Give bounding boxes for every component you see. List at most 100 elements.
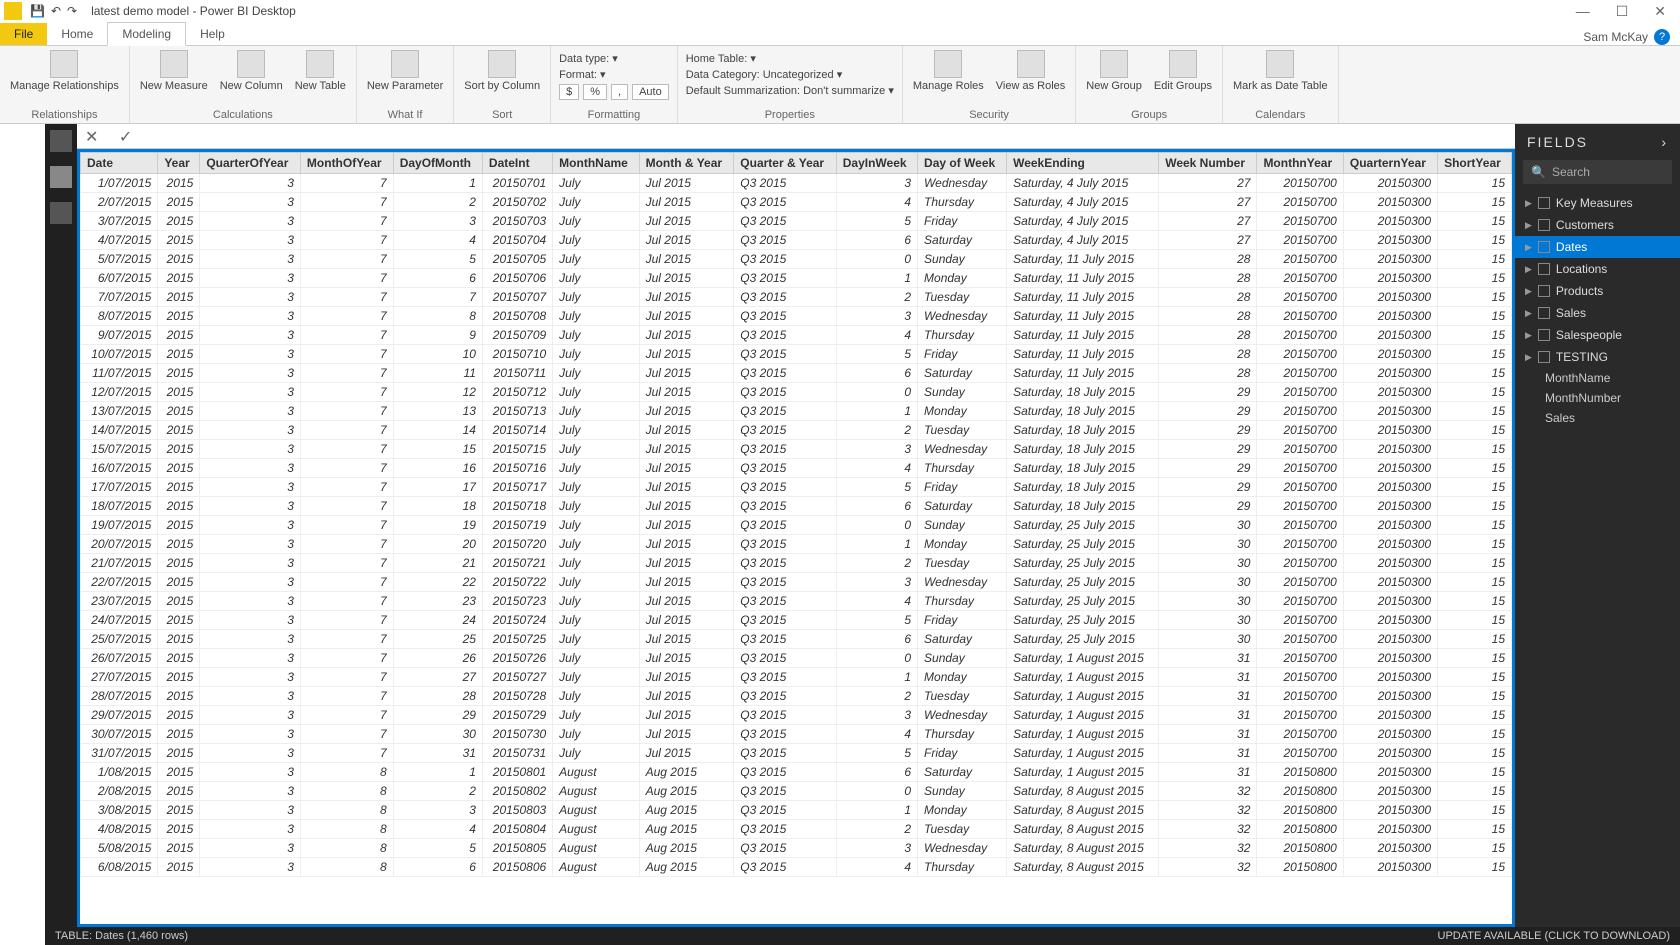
table-row[interactable]: 24/07/20152015372420150724JulyJul 2015Q3… <box>81 611 1512 630</box>
column-header[interactable]: MonthOfYear <box>300 153 393 174</box>
table-row[interactable]: 30/07/20152015373020150730JulyJul 2015Q3… <box>81 725 1512 744</box>
table-row[interactable]: 19/07/20152015371920150719JulyJul 2015Q3… <box>81 516 1512 535</box>
column-header[interactable]: MonthName <box>553 153 639 174</box>
column-header[interactable]: DayOfMonth <box>393 153 482 174</box>
comma-button[interactable]: , <box>611 84 628 100</box>
chevron-right-icon[interactable]: › <box>1661 134 1668 150</box>
close-button[interactable]: ✕ <box>1654 3 1666 20</box>
tab-modeling[interactable]: Modeling <box>107 22 186 46</box>
fields-table-locations[interactable]: ▶Locations <box>1515 258 1680 280</box>
fields-table-products[interactable]: ▶Products <box>1515 280 1680 302</box>
field-sales[interactable]: Sales <box>1515 408 1680 428</box>
column-header[interactable]: Year <box>158 153 200 174</box>
column-header[interactable]: DateInt <box>482 153 552 174</box>
column-header[interactable]: Date <box>81 153 158 174</box>
column-header[interactable]: ShortYear <box>1438 153 1512 174</box>
percent-button[interactable]: % <box>583 84 607 100</box>
table-row[interactable]: 29/07/20152015372920150729JulyJul 2015Q3… <box>81 706 1512 725</box>
table-row[interactable]: 2/08/2015201538220150802AugustAug 2015Q3… <box>81 782 1512 801</box>
new-column-button[interactable]: New Column <box>218 48 285 94</box>
column-header[interactable]: Day of Week <box>918 153 1007 174</box>
save-icon[interactable]: 💾 <box>30 4 45 18</box>
table-row[interactable]: 4/08/2015201538420150804AugustAug 2015Q3… <box>81 820 1512 839</box>
column-header[interactable]: QuarterOfYear <box>200 153 301 174</box>
field-monthname[interactable]: MonthName <box>1515 368 1680 388</box>
table-row[interactable]: 18/07/20152015371820150718JulyJul 2015Q3… <box>81 497 1512 516</box>
column-header[interactable]: WeekEnding <box>1007 153 1159 174</box>
table-row[interactable]: 20/07/20152015372020150720JulyJul 2015Q3… <box>81 535 1512 554</box>
sort-by-column-button[interactable]: Sort by Column <box>462 48 542 94</box>
fields-table-sales[interactable]: ▶Sales <box>1515 302 1680 324</box>
table-row[interactable]: 16/07/20152015371620150716JulyJul 2015Q3… <box>81 459 1512 478</box>
table-row[interactable]: 23/07/20152015372320150723JulyJul 2015Q3… <box>81 592 1512 611</box>
fields-table-customers[interactable]: ▶Customers <box>1515 214 1680 236</box>
table-row[interactable]: 5/07/2015201537520150705JulyJul 2015Q3 2… <box>81 250 1512 269</box>
tab-help[interactable]: Help <box>186 23 239 45</box>
new-group-button[interactable]: New Group <box>1084 48 1144 94</box>
table-row[interactable]: 22/07/20152015372220150722JulyJul 2015Q3… <box>81 573 1512 592</box>
table-row[interactable]: 15/07/20152015371520150715JulyJul 2015Q3… <box>81 440 1512 459</box>
table-row[interactable]: 4/07/2015201537420150704JulyJul 2015Q3 2… <box>81 231 1512 250</box>
menu-bar: File Home Modeling Help Sam McKay ? <box>0 22 1680 46</box>
commit-icon[interactable]: ✓ <box>111 124 140 150</box>
currency-button[interactable]: $ <box>559 84 579 100</box>
column-header[interactable]: MonthnYear <box>1257 153 1343 174</box>
table-row[interactable]: 6/07/2015201537620150706JulyJul 2015Q3 2… <box>81 269 1512 288</box>
fields-table-testing[interactable]: ▶TESTING <box>1515 346 1680 368</box>
new-parameter-button[interactable]: New Parameter <box>365 48 445 94</box>
table-row[interactable]: 6/08/2015201538620150806AugustAug 2015Q3… <box>81 858 1512 877</box>
table-row[interactable]: 2/07/2015201537220150702JulyJul 2015Q3 2… <box>81 193 1512 212</box>
column-header[interactable]: Month & Year <box>639 153 734 174</box>
table-row[interactable]: 17/07/20152015371720150717JulyJul 2015Q3… <box>81 478 1512 497</box>
table-row[interactable]: 31/07/20152015373120150731JulyJul 2015Q3… <box>81 744 1512 763</box>
table-row[interactable]: 27/07/20152015372720150727JulyJul 2015Q3… <box>81 668 1512 687</box>
table-row[interactable]: 7/07/2015201537720150707JulyJul 2015Q3 2… <box>81 288 1512 307</box>
table-row[interactable]: 3/07/2015201537320150703JulyJul 2015Q3 2… <box>81 212 1512 231</box>
table-row[interactable]: 26/07/20152015372620150726JulyJul 2015Q3… <box>81 649 1512 668</box>
fields-table-dates[interactable]: ▶Dates <box>1515 236 1680 258</box>
cancel-icon[interactable]: ✕ <box>77 124 106 150</box>
tab-file[interactable]: File <box>0 23 47 45</box>
table-row[interactable]: 28/07/20152015372820150728JulyJul 2015Q3… <box>81 687 1512 706</box>
minimize-button[interactable]: — <box>1576 3 1590 20</box>
table-row[interactable]: 1/08/2015201538120150801AugustAug 2015Q3… <box>81 763 1512 782</box>
new-table-button[interactable]: New Table <box>293 48 348 94</box>
table-row[interactable]: 25/07/20152015372520150725JulyJul 2015Q3… <box>81 630 1512 649</box>
decimals-input[interactable]: Auto <box>632 84 669 100</box>
help-icon[interactable]: ? <box>1654 29 1670 45</box>
redo-icon[interactable]: ↷ <box>67 4 77 18</box>
field-monthnumber[interactable]: MonthNumber <box>1515 388 1680 408</box>
table-row[interactable]: 5/08/2015201538520150805AugustAug 2015Q3… <box>81 839 1512 858</box>
mark-date-table-button[interactable]: Mark as Date Table <box>1231 48 1330 94</box>
fields-table-salespeople[interactable]: ▶Salespeople <box>1515 324 1680 346</box>
table-row[interactable]: 13/07/20152015371320150713JulyJul 2015Q3… <box>81 402 1512 421</box>
table-row[interactable]: 14/07/20152015371420150714JulyJul 2015Q3… <box>81 421 1512 440</box>
undo-icon[interactable]: ↶ <box>51 4 61 18</box>
column-header[interactable]: Week Number <box>1159 153 1257 174</box>
fields-table-key-measures[interactable]: ▶Key Measures <box>1515 192 1680 214</box>
status-right[interactable]: UPDATE AVAILABLE (CLICK TO DOWNLOAD) <box>1438 930 1670 942</box>
table-row[interactable]: 1/07/2015201537120150701JulyJul 2015Q3 2… <box>81 174 1512 193</box>
manage-roles-button[interactable]: Manage Roles <box>911 48 986 94</box>
manage-relationships-button[interactable]: Manage Relationships <box>8 48 121 94</box>
data-grid[interactable]: DateYearQuarterOfYearMonthOfYearDayOfMon… <box>77 149 1515 927</box>
column-header[interactable]: DayInWeek <box>836 153 917 174</box>
column-header[interactable]: Quarter & Year <box>734 153 836 174</box>
maximize-button[interactable]: ☐ <box>1616 3 1629 20</box>
view-as-roles-button[interactable]: View as Roles <box>994 48 1068 94</box>
table-row[interactable]: 3/08/2015201538320150803AugustAug 2015Q3… <box>81 801 1512 820</box>
new-measure-button[interactable]: New Measure <box>138 48 210 94</box>
caret-icon: ▶ <box>1525 330 1532 341</box>
tab-home[interactable]: Home <box>47 23 107 45</box>
user-name[interactable]: Sam McKay <box>1583 30 1648 44</box>
table-row[interactable]: 8/07/2015201537820150708JulyJul 2015Q3 2… <box>81 307 1512 326</box>
fields-search[interactable]: 🔍 Search <box>1523 160 1672 184</box>
edit-groups-button[interactable]: Edit Groups <box>1152 48 1214 94</box>
table-row[interactable]: 11/07/20152015371120150711JulyJul 2015Q3… <box>81 364 1512 383</box>
table-row[interactable]: 21/07/20152015372120150721JulyJul 2015Q3… <box>81 554 1512 573</box>
table-row[interactable]: 9/07/2015201537920150709JulyJul 2015Q3 2… <box>81 326 1512 345</box>
column-header[interactable]: QuarternYear <box>1343 153 1437 174</box>
table-row[interactable]: 10/07/20152015371020150710JulyJul 2015Q3… <box>81 345 1512 364</box>
table-row[interactable]: 12/07/20152015371220150712JulyJul 2015Q3… <box>81 383 1512 402</box>
formula-bar[interactable]: ✕ ✓ <box>77 124 1515 149</box>
